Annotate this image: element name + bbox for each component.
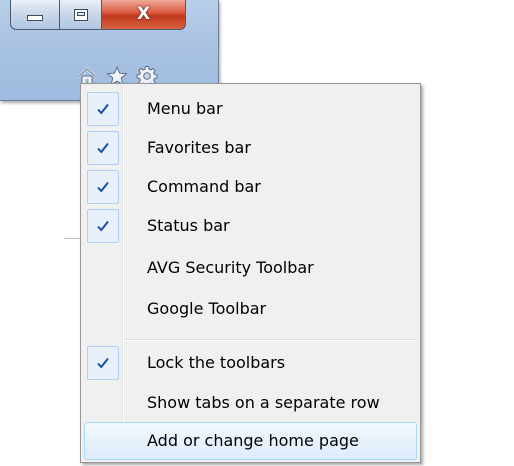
checkmark-box	[87, 209, 119, 243]
toolbars-context-menu: Menu bar Favorites bar Command bar Statu…	[80, 83, 421, 463]
menu-item-label: Lock the toolbars	[147, 353, 286, 372]
menu-item-lock-the-toolbars[interactable]: Lock the toolbars	[84, 344, 417, 382]
maximize-icon	[73, 8, 88, 21]
menu-item-label: Google Toolbar	[147, 299, 267, 318]
menu-item-google-toolbar[interactable]: Google Toolbar	[84, 290, 417, 328]
checkmark-box	[87, 346, 119, 380]
close-icon: X	[136, 4, 151, 24]
menu-item-command-bar[interactable]: Command bar	[84, 168, 417, 206]
menu-item-favorites-bar[interactable]: Favorites bar	[84, 129, 417, 167]
menu-item-menu-bar[interactable]: Menu bar	[84, 90, 417, 128]
checkmark-icon	[97, 220, 109, 232]
checkmark-box	[87, 92, 119, 126]
menu-item-add-or-change-home-page[interactable]: Add or change home page	[84, 422, 417, 460]
maximize-button[interactable]	[60, 0, 102, 30]
minimize-icon	[27, 14, 43, 21]
caption-buttons: X	[10, 0, 220, 36]
menu-item-status-bar[interactable]: Status bar	[84, 207, 417, 245]
menu-item-label: Status bar	[147, 216, 230, 235]
minimize-button[interactable]	[10, 0, 60, 30]
checkmark-box	[87, 131, 119, 165]
menu-separator	[125, 339, 416, 341]
menu-item-avg-security-toolbar[interactable]: AVG Security Toolbar	[84, 249, 417, 287]
menu-item-label: Favorites bar	[147, 138, 251, 157]
close-button[interactable]: X	[102, 0, 186, 30]
menu-item-label: Menu bar	[147, 99, 223, 118]
checkmark-icon	[97, 142, 109, 154]
menu-item-label: Command bar	[147, 177, 261, 196]
checkmark-box	[87, 170, 119, 204]
menu-item-label: Show tabs on a separate row	[147, 393, 380, 412]
checkmark-icon	[97, 181, 109, 193]
menu-item-label: Add or change home page	[147, 431, 359, 450]
menu-item-show-tabs-separate-row[interactable]: Show tabs on a separate row	[84, 384, 417, 422]
checkmark-icon	[97, 357, 109, 369]
checkmark-icon	[97, 103, 109, 115]
menu-item-label: AVG Security Toolbar	[147, 258, 314, 277]
